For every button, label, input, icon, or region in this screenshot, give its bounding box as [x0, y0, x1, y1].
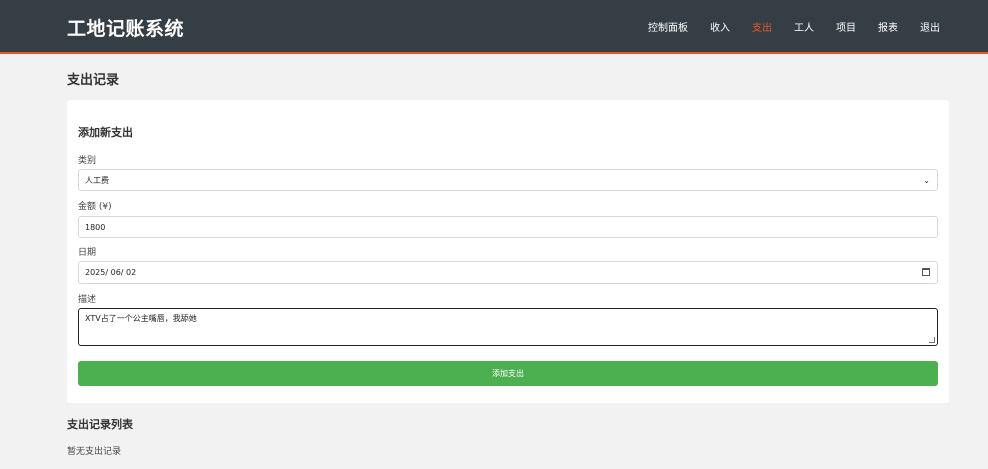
category-value: 人工费 — [85, 175, 109, 185]
nav-reports[interactable]: 报表 — [878, 19, 898, 34]
empty-list-message: 暂无支出记录 — [67, 447, 122, 457]
resize-handle-icon[interactable] — [929, 337, 935, 343]
nav-logout[interactable]: 退出 — [920, 19, 940, 34]
nav-workers[interactable]: 工人 — [794, 19, 814, 34]
navbar: 工地记账系统 控制面板 收入 支出 工人 项目 报表 退出 — [0, 0, 988, 54]
nav-income[interactable]: 收入 — [710, 19, 730, 34]
main-nav: 控制面板 收入 支出 工人 项目 报表 退出 — [648, 19, 940, 34]
amount-input[interactable]: 1800 — [78, 216, 938, 238]
date-value: 2025/ 06/ 02 — [85, 268, 137, 277]
description-label: 描述 — [78, 295, 97, 305]
add-expense-button[interactable]: 添加支出 — [78, 361, 938, 386]
add-expense-card: 添加新支出 类别 人工费 ⌄ 金额 (¥) 1800 日期 2025/ 06/ … — [67, 100, 949, 403]
brand-title: 工地记账系统 — [67, 18, 185, 40]
page-title: 支出记录 — [67, 73, 120, 88]
date-label: 日期 — [78, 248, 97, 258]
category-label: 类别 — [78, 156, 97, 166]
amount-label: 金额 (¥) — [78, 202, 112, 212]
description-value: XTV占了一个公主嘴唇，我舔她 — [85, 314, 197, 323]
description-textarea[interactable]: XTV占了一个公主嘴唇，我舔她 — [78, 308, 938, 346]
form-title: 添加新支出 — [78, 126, 133, 139]
date-input[interactable]: 2025/ 06/ 02 — [78, 261, 938, 284]
amount-value: 1800 — [85, 222, 106, 232]
nav-dashboard[interactable]: 控制面板 — [648, 19, 688, 34]
chevron-down-icon: ⌄ — [923, 176, 930, 185]
expense-list-title: 支出记录列表 — [67, 418, 133, 431]
nav-projects[interactable]: 项目 — [836, 19, 856, 34]
nav-expense[interactable]: 支出 — [752, 19, 772, 34]
calendar-icon[interactable] — [922, 268, 930, 276]
category-select[interactable]: 人工费 ⌄ — [78, 169, 938, 191]
